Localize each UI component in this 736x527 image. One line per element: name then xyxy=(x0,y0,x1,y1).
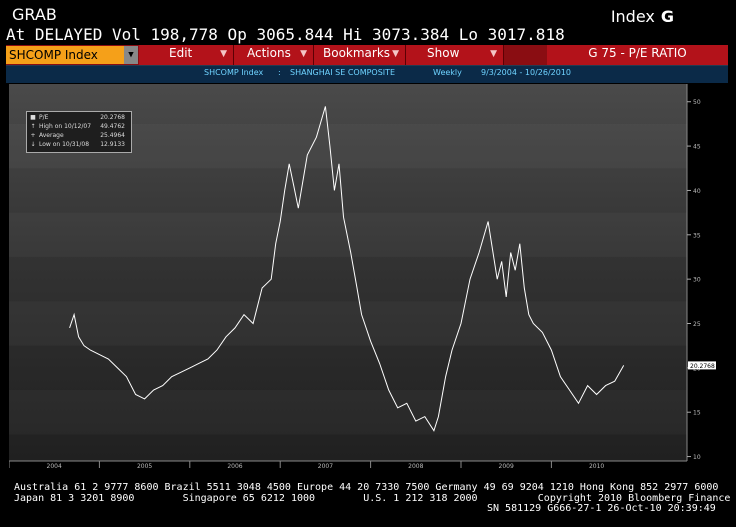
square-icon: ■ xyxy=(30,114,36,121)
y-tick-label: 45 xyxy=(693,144,701,151)
plus-icon: + xyxy=(30,132,36,139)
footer-line: Australia 61 2 9777 8600 Brazil 5511 304… xyxy=(14,482,719,493)
ticker-dropdown-button[interactable]: ▼ xyxy=(124,46,138,64)
menu-actions[interactable]: Actions ▼ xyxy=(234,45,314,65)
ticker-field[interactable]: SHCOMP Index xyxy=(6,46,124,64)
footer-line: SN 581129 G666-27-1 26-Oct-10 20:39:49 xyxy=(487,503,716,514)
menu-show[interactable]: Show ▼ xyxy=(406,45,504,65)
x-tick-label: 2005 xyxy=(137,463,152,468)
legend-row-pe: ■ P/E 20.2768 xyxy=(30,114,128,122)
arrow-up-icon: ↑ xyxy=(30,123,36,130)
chevron-down-icon: ▼ xyxy=(300,49,307,59)
index-key: G xyxy=(660,7,674,26)
legend-label: Low on 10/31/08 xyxy=(39,141,90,148)
index-indicator: Index G xyxy=(611,7,674,26)
security-separator: : xyxy=(278,68,281,77)
x-tick-label: 2004 xyxy=(47,463,62,468)
legend-label: Average xyxy=(39,132,64,139)
menu-edit-label: Edit xyxy=(169,46,193,60)
chart-legend: ■ P/E 20.2768 ↑ High on 10/12/07 49.4762… xyxy=(26,111,132,153)
y-tick-label: 15 xyxy=(693,410,701,417)
x-tick-label: 2010 xyxy=(589,463,604,468)
legend-row-average: + Average 25.4964 xyxy=(30,132,128,140)
footer-contacts: Australia 61 2 9777 8600 Brazil 5511 304… xyxy=(14,482,736,515)
security-info-bar: SHCOMP Index : SHANGHAI SE COMPOSITE Wee… xyxy=(6,65,728,83)
x-tick-label: 2009 xyxy=(499,463,514,468)
x-tick-label: 2008 xyxy=(408,463,423,468)
chevron-down-icon: ▼ xyxy=(220,49,227,59)
security-ticker: SHCOMP Index xyxy=(204,68,264,77)
legend-label: P/E xyxy=(39,114,49,121)
legend-value: 20.2768 xyxy=(100,114,125,121)
chevron-down-icon: ▼ xyxy=(392,49,399,59)
menu-actions-label: Actions xyxy=(247,46,291,60)
menu-edit[interactable]: Edit ▼ xyxy=(139,45,234,65)
legend-value: 49.4762 xyxy=(100,123,125,130)
menu-show-label: Show xyxy=(427,46,460,60)
legend-label: High on 10/12/07 xyxy=(39,123,92,130)
legend-value: 25.4964 xyxy=(100,132,125,139)
last-value-label: 20.2768 xyxy=(690,363,715,370)
chart-band xyxy=(9,390,687,434)
legend-row-low: ↓ Low on 10/31/08 12.9133 xyxy=(30,141,128,149)
x-tick-label: 2007 xyxy=(318,463,333,468)
period-label: Weekly xyxy=(433,68,462,77)
security-name: SHANGHAI SE COMPOSITE xyxy=(290,68,396,77)
x-tick-label: 2006 xyxy=(227,463,242,468)
function-title: G 75 - P/E RATIO xyxy=(547,45,728,65)
arrow-down-icon: ↓ xyxy=(30,141,36,148)
index-label: Index xyxy=(610,7,655,26)
y-tick-label: 30 xyxy=(693,277,701,284)
y-tick-label: 10 xyxy=(693,454,701,461)
y-tick-label: 25 xyxy=(693,321,701,328)
legend-row-high: ↑ High on 10/12/07 49.4762 xyxy=(30,123,128,131)
y-tick-label: 50 xyxy=(693,99,701,106)
chart-band xyxy=(9,301,687,345)
date-range: 9/3/2004 - 10/26/2010 xyxy=(481,68,572,77)
menu-bookmarks-label: Bookmarks xyxy=(323,46,391,60)
window-title: GRAB xyxy=(12,5,57,24)
y-tick-label: 40 xyxy=(693,188,701,195)
y-tick-label: 35 xyxy=(693,232,701,239)
menu-bookmarks[interactable]: Bookmarks ▼ xyxy=(314,45,406,65)
legend-value: 12.9133 xyxy=(100,141,125,148)
chart-band xyxy=(9,213,687,257)
chevron-down-icon: ▼ xyxy=(490,49,497,59)
quote-line: At DELAYED Vol 198,778 Op 3065.844 Hi 30… xyxy=(6,25,565,44)
